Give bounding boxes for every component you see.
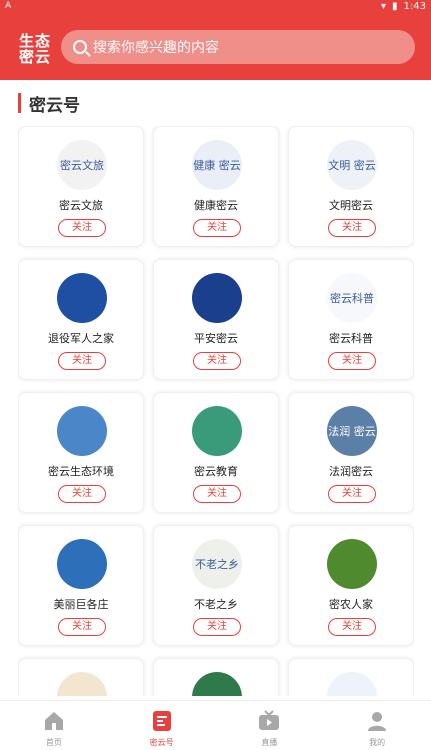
tv-icon [259,710,280,730]
account-avatar [57,539,107,589]
account-avatar: 健康 密云 [192,140,242,190]
section-title-bar [18,93,21,113]
follow-button[interactable]: 关注 [58,352,106,370]
account-card[interactable] [153,658,279,696]
account-avatar [192,273,242,323]
account-card[interactable]: 健康 密云健康密云关注 [153,126,279,247]
wifi-icon: ▾ [380,1,387,12]
account-card[interactable]: 美丽巨各庄 关注 [18,525,144,646]
account-avatar: 密云文旅 [57,140,107,190]
app-header: 生态 密云 搜索你感兴趣的内容 [0,14,431,80]
account-name: 密农人家 [329,598,373,611]
notification-icon: A [5,1,12,11]
account-card[interactable] [18,658,144,696]
document-icon [152,711,171,731]
account-avatar [57,406,107,456]
follow-button[interactable]: 关注 [58,618,106,636]
account-card[interactable]: 密农人家 关注 [288,525,414,646]
tab-miyunhao[interactable]: 密云号 [108,701,216,750]
search-input[interactable]: 搜索你感兴趣的内容 [61,30,415,64]
account-name: 密云文旅 [59,199,103,212]
account-name: 密云科普 [329,332,373,345]
account-avatar [57,273,107,323]
account-avatar [192,672,242,696]
battery-icon: ▮ [392,1,398,12]
account-grid: 密云文旅 密云文旅 关注 健康 密云 健康密云 关注 文明 密云 文明密云 关注 退役军人之家 关注… [18,126,414,696]
account-name: 美丽巨各庄 [53,598,109,611]
account-avatar [57,672,107,696]
follow-button[interactable]: 关注 [328,485,376,503]
follow-button[interactable]: 关注 [328,219,376,237]
account-name: 文明密云 [329,199,373,212]
account-card[interactable]: 平安密云 关注 [153,259,279,380]
account-avatar [327,672,377,696]
account-card[interactable]: 密云文旅 密云文旅 关注 [18,126,144,247]
account-name: 平安密云 [194,332,238,345]
search-icon [73,40,87,54]
tab-live[interactable]: 直播 [216,701,324,750]
follow-button[interactable]: 关注 [193,352,241,370]
account-avatar: 密云科普 [327,273,377,323]
status-bar: A ▾ ▮ 1:43 [0,0,431,14]
account-avatar [327,539,377,589]
follow-button[interactable]: 关注 [58,219,106,237]
account-card[interactable]: 退役军人之家 关注 [18,259,144,380]
follow-button[interactable]: 关注 [328,618,376,636]
follow-button[interactable]: 关注 [328,352,376,370]
account-avatar [192,406,242,456]
app-logo[interactable]: 生态 密云 [17,33,53,65]
tab-home[interactable]: 首页 [0,701,108,750]
account-card[interactable]: 密云科普 密云科普 关注 [288,259,414,380]
follow-button[interactable]: 关注 [193,618,241,636]
account-avatar: 法润 密云 [327,406,377,456]
home-icon [44,712,63,730]
follow-button[interactable]: 关注 [58,485,106,503]
tab-mine[interactable]: 我的 [323,701,431,750]
search-placeholder: 搜索你感兴趣的内容 [93,40,219,56]
account-card[interactable]: 文明 密云文明密云关注 [288,126,414,247]
bottom-tab-bar: 首页 密云号 直播 我的 [0,700,431,750]
account-avatar: 不老之乡 [192,539,242,589]
account-name: 不老之乡 [194,598,238,611]
account-card[interactable]: 法润 密云法润密云关注 [288,392,414,513]
account-card[interactable]: 密云生态环境 关注 [18,392,144,513]
account-card[interactable]: 密云教育 关注 [153,392,279,513]
follow-button[interactable]: 关注 [193,485,241,503]
status-time: 1:43 [403,1,426,12]
account-name: 密云教育 [194,465,238,478]
account-card[interactable]: 不老之乡 不老之乡 关注 [153,525,279,646]
account-name: 法润密云 [329,465,373,478]
account-name: 退役军人之家 [48,332,114,345]
section-title: 密云号 [18,92,80,116]
follow-button[interactable]: 关注 [193,219,241,237]
account-name: 健康密云 [194,199,238,212]
account-card[interactable] [288,658,414,696]
account-name: 密云生态环境 [48,465,114,478]
user-icon [368,712,387,731]
account-avatar: 文明 密云 [327,140,377,190]
